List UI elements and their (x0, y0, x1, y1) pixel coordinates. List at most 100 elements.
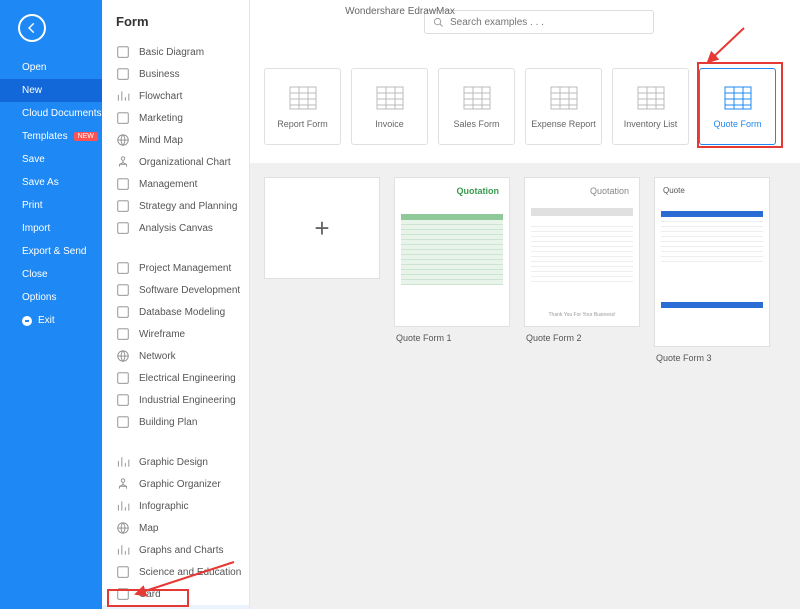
tile-label: Inventory List (624, 119, 678, 129)
category-item-graphs-and-charts[interactable]: Graphs and Charts (102, 539, 249, 561)
category-label: Basic Diagram (139, 47, 204, 58)
sidebar-item-options[interactable]: Options (0, 286, 102, 309)
sidebar-item-print[interactable]: Print (0, 194, 102, 217)
category-icon (116, 371, 130, 385)
sidebar-item-export-send[interactable]: Export & Send (0, 240, 102, 263)
category-label: Project Management (139, 263, 231, 274)
main-area: Report Form Invoice Sales FormExpense Repo… (250, 0, 800, 609)
category-icon (116, 349, 130, 363)
tile-quote-form[interactable]: Quote Form (699, 68, 776, 145)
category-icon (116, 155, 130, 169)
category-icon (116, 587, 130, 601)
category-icon (116, 415, 130, 429)
category-item-basic-diagram[interactable]: Basic Diagram (102, 41, 249, 63)
sidebar-item-close[interactable]: Close (0, 263, 102, 286)
category-label: Electrical Engineering (139, 373, 236, 384)
sidebar-item-exit[interactable]: Exit (0, 309, 102, 332)
category-item-flowchart[interactable]: Flowchart (102, 85, 249, 107)
form-icon (636, 85, 666, 111)
category-icon (116, 327, 130, 341)
sidebar-item-import[interactable]: Import (0, 217, 102, 240)
tile-label: Quote Form (713, 119, 761, 129)
category-item-building-plan[interactable]: Building Plan (102, 411, 249, 433)
category-label: Organizational Chart (139, 157, 231, 168)
search-box[interactable] (424, 10, 654, 34)
tile-label: Invoice (375, 119, 404, 129)
category-item-database-modeling[interactable]: Database Modeling (102, 301, 249, 323)
category-icon (116, 89, 130, 103)
category-item-card[interactable]: Card (102, 583, 249, 605)
tile-report-form[interactable]: Report Form (264, 68, 341, 145)
tile-label: Report Form (277, 119, 328, 129)
category-label: Science and Education (139, 567, 241, 578)
tile-sales-form[interactable]: Sales Form (438, 68, 515, 145)
category-label: Graphic Organizer (139, 479, 221, 490)
template-blank[interactable]: + (264, 177, 380, 279)
template-quote-form-2[interactable]: Quotation Thank You For Your Business! Q… (524, 177, 640, 343)
form-icon (288, 85, 318, 111)
sidebar-item-templates[interactable]: TemplatesNEW (0, 125, 102, 148)
category-item-graphic-organizer[interactable]: Graphic Organizer (102, 473, 249, 495)
topbar (250, 0, 800, 44)
sidebar-item-save[interactable]: Save (0, 148, 102, 171)
category-item-management[interactable]: Management (102, 173, 249, 195)
category-item-form[interactable]: Form (102, 605, 249, 609)
category-item-marketing[interactable]: Marketing (102, 107, 249, 129)
template-quote-form-1[interactable]: Quotation Quote Form 1 (394, 177, 510, 343)
category-icon (116, 499, 130, 513)
sidebar-item-cloud-documents[interactable]: Cloud Documents (0, 102, 102, 125)
category-label: Graphs and Charts (139, 545, 224, 556)
template-quote-form-3[interactable]: Quote Quote Form 3 (654, 177, 770, 363)
sidebar-item-save-as[interactable]: Save As (0, 171, 102, 194)
category-label: Industrial Engineering (139, 395, 236, 406)
sidebar-item-open[interactable]: Open (0, 56, 102, 79)
category-label: Building Plan (139, 417, 197, 428)
form-icon (723, 85, 753, 111)
category-icon (116, 521, 130, 535)
category-label: Software Development (139, 285, 240, 296)
back-button[interactable] (18, 14, 46, 42)
category-label: Business (139, 69, 180, 80)
category-label: Analysis Canvas (139, 223, 213, 234)
category-label: Management (139, 179, 197, 190)
category-column: Form Basic Diagram Business Flowchart Marke… (102, 0, 250, 609)
category-item-map[interactable]: Map (102, 517, 249, 539)
category-icon (116, 199, 130, 213)
category-item-graphic-design[interactable]: Graphic Design (102, 451, 249, 473)
category-icon (116, 111, 130, 125)
category-item-mind-map[interactable]: Mind Map (102, 129, 249, 151)
category-item-electrical-engineering[interactable]: Electrical Engineering (102, 367, 249, 389)
category-item-business[interactable]: Business (102, 63, 249, 85)
new-badge: NEW (74, 132, 98, 141)
app-title: Wondershare EdrawMax (345, 6, 455, 17)
category-label: Card (139, 589, 161, 600)
category-label: Database Modeling (139, 307, 225, 318)
category-item-analysis-canvas[interactable]: Analysis Canvas (102, 217, 249, 239)
search-icon (433, 17, 444, 28)
category-label: Strategy and Planning (139, 201, 237, 212)
category-item-network[interactable]: Network (102, 345, 249, 367)
tile-expense-report[interactable]: Expense Report (525, 68, 602, 145)
tile-inventory-list[interactable]: Inventory List (612, 68, 689, 145)
category-item-science-and-education[interactable]: Science and Education (102, 561, 249, 583)
category-icon (116, 67, 130, 81)
tile-row: Report Form Invoice Sales FormExpense Repo… (250, 44, 800, 163)
search-input[interactable] (450, 17, 645, 28)
category-item-wireframe[interactable]: Wireframe (102, 323, 249, 345)
category-item-software-development[interactable]: Software Development (102, 279, 249, 301)
category-icon (116, 221, 130, 235)
category-item-infographic[interactable]: Infographic (102, 495, 249, 517)
category-title: Form (102, 0, 249, 41)
category-item-project-management[interactable]: Project Management (102, 257, 249, 279)
category-item-industrial-engineering[interactable]: Industrial Engineering (102, 389, 249, 411)
form-icon (462, 85, 492, 111)
category-item-organizational-chart[interactable]: Organizational Chart (102, 151, 249, 173)
tile-invoice[interactable]: Invoice (351, 68, 428, 145)
category-item-strategy-and-planning[interactable]: Strategy and Planning (102, 195, 249, 217)
category-icon (116, 261, 130, 275)
exit-icon (22, 316, 32, 326)
category-label: Flowchart (139, 91, 182, 102)
category-label: Map (139, 523, 158, 534)
sidebar-item-new[interactable]: New (0, 79, 102, 102)
category-icon (116, 393, 130, 407)
